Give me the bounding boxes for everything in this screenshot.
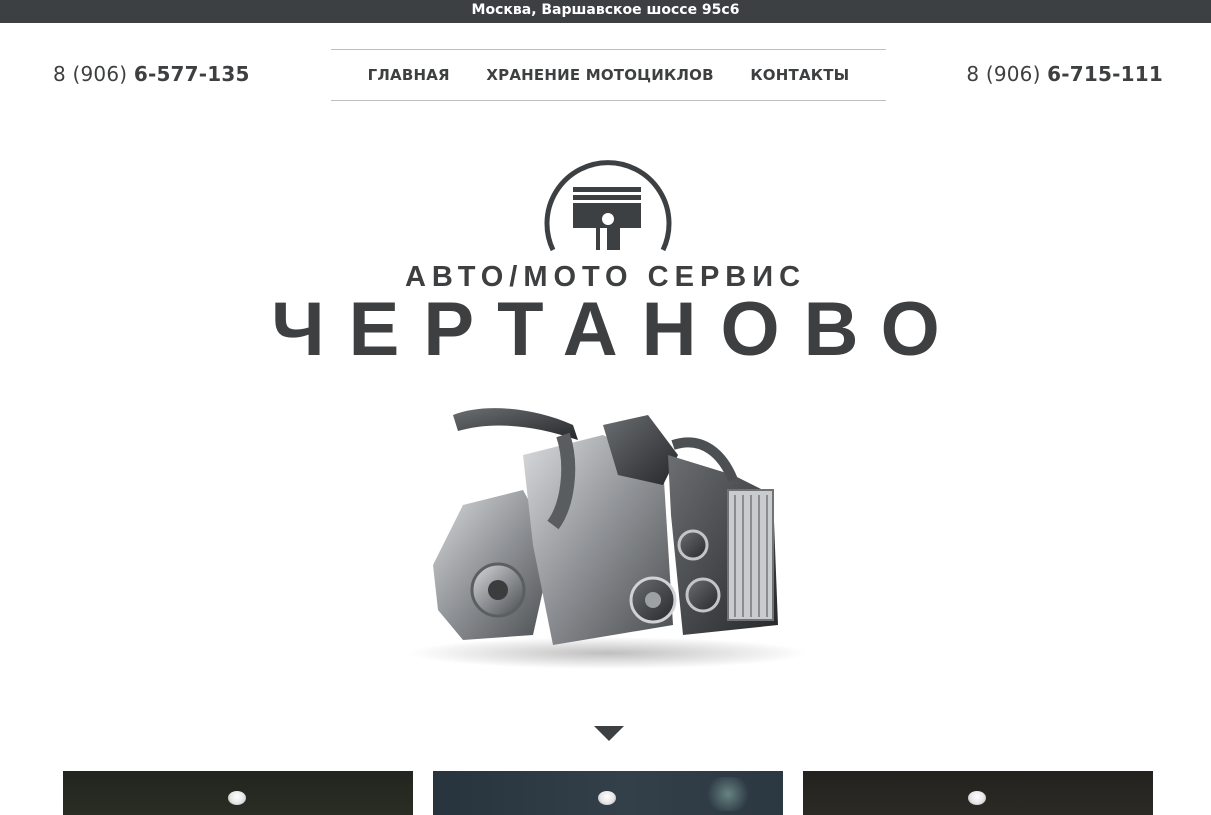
engine-image (408, 408, 808, 669)
service-card-3[interactable] (803, 771, 1153, 815)
piston-icon (544, 160, 672, 252)
phone-left-number: 6-577-135 (133, 62, 250, 86)
phone-right-prefix: 8 (906) (966, 62, 1048, 86)
arrow-down-icon[interactable] (594, 726, 624, 741)
phone-right-number: 6-715-111 (1047, 62, 1163, 86)
light-icon (598, 791, 616, 805)
phone-left[interactable]: 8 (906) 6-577-135 (53, 60, 250, 88)
service-card-2[interactable] (433, 771, 783, 815)
nav-item-home[interactable]: ГЛАВНАЯ (368, 66, 450, 84)
light-icon (228, 791, 246, 805)
main-nav: ГЛАВНАЯ ХРАНЕНИЕ МОТОЦИКЛОВ КОНТАКТЫ (331, 49, 886, 101)
phone-right[interactable]: 8 (906) 6-715-111 (966, 60, 1163, 88)
service-card-1[interactable] (63, 771, 413, 815)
nav-item-contacts[interactable]: КОНТАКТЫ (750, 66, 849, 84)
hero-title: ЧЕРТАНОВО (271, 287, 964, 372)
address-text: Москва, Варшавское шоссе 95с6 (471, 2, 740, 18)
glare-decoration (703, 777, 753, 811)
light-icon (968, 791, 986, 805)
address-bar: Москва, Варшавское шоссе 95с6 (0, 0, 1211, 23)
phone-left-prefix: 8 (906) (53, 62, 134, 86)
nav-item-moto-storage[interactable]: ХРАНЕНИЕ МОТОЦИКЛОВ (486, 66, 713, 84)
